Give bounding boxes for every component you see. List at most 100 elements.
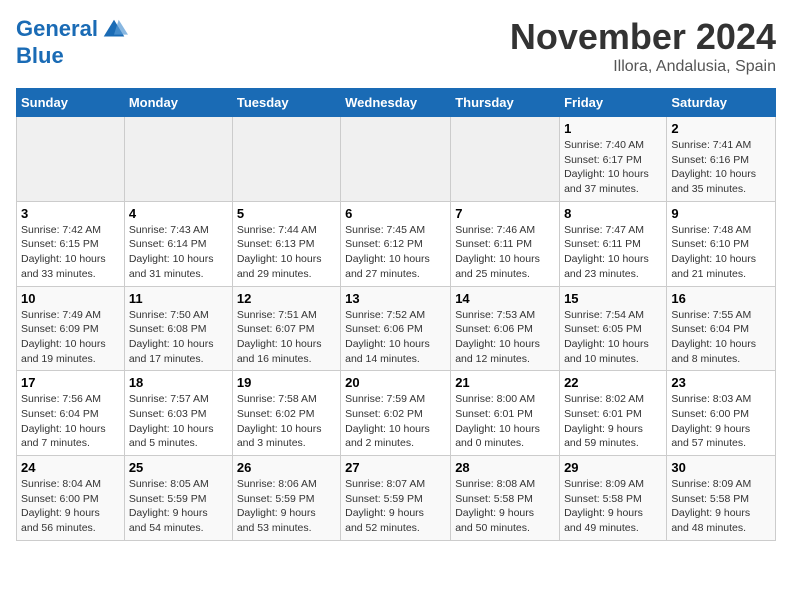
calendar-cell-w0d6: 2 Sunrise: 7:41 AM Sunset: 6:16 PM Daylig… (667, 117, 776, 202)
day-info: Sunrise: 7:56 AM Sunset: 6:04 PM Dayligh… (21, 392, 120, 451)
day-info: Sunrise: 7:45 AM Sunset: 6:12 PM Dayligh… (345, 223, 446, 282)
day-info: Sunrise: 7:40 AM Sunset: 6:17 PM Dayligh… (564, 138, 662, 197)
day-number: 10 (21, 291, 120, 306)
calendar-cell-w2d6: 16 Sunrise: 7:55 AM Sunset: 6:04 PM Dayli… (667, 286, 776, 371)
logo: General Blue (16, 16, 128, 68)
month-title: November 2024 (510, 16, 776, 58)
day-number: 5 (237, 206, 336, 221)
calendar-cell-w1d2: 5 Sunrise: 7:44 AM Sunset: 6:13 PM Daylig… (232, 201, 340, 286)
page-header: General Blue November 2024 Illora, Andal… (16, 16, 776, 76)
calendar-cell-w4d2: 26 Sunrise: 8:06 AM Sunset: 5:59 PM Dayli… (232, 456, 340, 541)
title-block: November 2024 Illora, Andalusia, Spain (510, 16, 776, 76)
col-header-tuesday: Tuesday (232, 89, 340, 117)
location-title: Illora, Andalusia, Spain (510, 58, 776, 76)
calendar-cell-w4d5: 29 Sunrise: 8:09 AM Sunset: 5:58 PM Dayli… (560, 456, 667, 541)
col-header-friday: Friday (560, 89, 667, 117)
day-info: Sunrise: 7:41 AM Sunset: 6:16 PM Dayligh… (671, 138, 771, 197)
calendar-cell-w0d2 (232, 117, 340, 202)
calendar-cell-w2d0: 10 Sunrise: 7:49 AM Sunset: 6:09 PM Dayli… (17, 286, 125, 371)
calendar-cell-w4d4: 28Sunrise: 8:08 AM Sunset: 5:58 PM Dayli… (451, 456, 560, 541)
calendar-cell-w0d0 (17, 117, 125, 202)
day-number: 21 (455, 375, 555, 390)
day-number: 26 (237, 460, 336, 475)
day-info: Sunrise: 8:08 AM Sunset: 5:58 PM Dayligh… (455, 477, 555, 536)
calendar-cell-w3d3: 20 Sunrise: 7:59 AM Sunset: 6:02 PM Dayli… (341, 371, 451, 456)
day-info: Sunrise: 8:06 AM Sunset: 5:59 PM Dayligh… (237, 477, 336, 536)
day-number: 20 (345, 375, 446, 390)
day-number: 11 (129, 291, 228, 306)
day-number: 16 (671, 291, 771, 306)
calendar-cell-w2d1: 11Sunrise: 7:50 AM Sunset: 6:08 PM Dayli… (124, 286, 232, 371)
calendar-cell-w3d6: 23 Sunrise: 8:03 AM Sunset: 6:00 PM Dayli… (667, 371, 776, 456)
col-header-saturday: Saturday (667, 89, 776, 117)
day-info: Sunrise: 7:52 AM Sunset: 6:06 PM Dayligh… (345, 308, 446, 367)
calendar-cell-w1d1: 4 Sunrise: 7:43 AM Sunset: 6:14 PM Daylig… (124, 201, 232, 286)
day-info: Sunrise: 8:09 AM Sunset: 5:58 PM Dayligh… (564, 477, 662, 536)
day-info: Sunrise: 8:05 AM Sunset: 5:59 PM Dayligh… (129, 477, 228, 536)
calendar-cell-w1d3: 6Sunrise: 7:45 AM Sunset: 6:12 PM Daylig… (341, 201, 451, 286)
day-info: Sunrise: 7:43 AM Sunset: 6:14 PM Dayligh… (129, 223, 228, 282)
col-header-sunday: Sunday (17, 89, 125, 117)
day-info: Sunrise: 7:42 AM Sunset: 6:15 PM Dayligh… (21, 223, 120, 282)
day-info: Sunrise: 7:54 AM Sunset: 6:05 PM Dayligh… (564, 308, 662, 367)
calendar-cell-w0d3 (341, 117, 451, 202)
calendar-cell-w2d5: 15Sunrise: 7:54 AM Sunset: 6:05 PM Dayli… (560, 286, 667, 371)
calendar-cell-w4d3: 27Sunrise: 8:07 AM Sunset: 5:59 PM Dayli… (341, 456, 451, 541)
day-number: 18 (129, 375, 228, 390)
day-number: 24 (21, 460, 120, 475)
day-info: Sunrise: 8:03 AM Sunset: 6:00 PM Dayligh… (671, 392, 771, 451)
calendar-cell-w0d1 (124, 117, 232, 202)
day-number: 4 (129, 206, 228, 221)
day-number: 9 (671, 206, 771, 221)
calendar-cell-w3d0: 17 Sunrise: 7:56 AM Sunset: 6:04 PM Dayli… (17, 371, 125, 456)
col-header-thursday: Thursday (451, 89, 560, 117)
day-number: 25 (129, 460, 228, 475)
day-info: Sunrise: 7:44 AM Sunset: 6:13 PM Dayligh… (237, 223, 336, 282)
day-number: 8 (564, 206, 662, 221)
day-number: 17 (21, 375, 120, 390)
day-info: Sunrise: 7:49 AM Sunset: 6:09 PM Dayligh… (21, 308, 120, 367)
day-info: Sunrise: 7:48 AM Sunset: 6:10 PM Dayligh… (671, 223, 771, 282)
calendar-cell-w2d3: 13 Sunrise: 7:52 AM Sunset: 6:06 PM Dayli… (341, 286, 451, 371)
day-info: Sunrise: 8:02 AM Sunset: 6:01 PM Dayligh… (564, 392, 662, 451)
day-info: Sunrise: 7:47 AM Sunset: 6:11 PM Dayligh… (564, 223, 662, 282)
day-number: 23 (671, 375, 771, 390)
day-number: 12 (237, 291, 336, 306)
calendar-cell-w3d5: 22 Sunrise: 8:02 AM Sunset: 6:01 PM Dayli… (560, 371, 667, 456)
calendar-cell-w0d5: 1 Sunrise: 7:40 AM Sunset: 6:17 PM Daylig… (560, 117, 667, 202)
day-info: Sunrise: 8:09 AM Sunset: 5:58 PM Dayligh… (671, 477, 771, 536)
day-number: 2 (671, 121, 771, 136)
day-number: 14 (455, 291, 555, 306)
calendar-cell-w1d6: 9 Sunrise: 7:48 AM Sunset: 6:10 PM Daylig… (667, 201, 776, 286)
day-info: Sunrise: 8:04 AM Sunset: 6:00 PM Dayligh… (21, 477, 120, 536)
day-number: 19 (237, 375, 336, 390)
day-info: Sunrise: 7:46 AM Sunset: 6:11 PM Dayligh… (455, 223, 555, 282)
day-number: 30 (671, 460, 771, 475)
calendar-cell-w2d4: 14 Sunrise: 7:53 AM Sunset: 6:06 PM Dayli… (451, 286, 560, 371)
day-info: Sunrise: 7:53 AM Sunset: 6:06 PM Dayligh… (455, 308, 555, 367)
day-number: 22 (564, 375, 662, 390)
day-info: Sunrise: 7:59 AM Sunset: 6:02 PM Dayligh… (345, 392, 446, 451)
calendar-cell-w4d6: 30 Sunrise: 8:09 AM Sunset: 5:58 PM Dayli… (667, 456, 776, 541)
calendar-cell-w2d2: 12 Sunrise: 7:51 AM Sunset: 6:07 PM Dayli… (232, 286, 340, 371)
day-number: 1 (564, 121, 662, 136)
day-number: 29 (564, 460, 662, 475)
calendar-cell-w1d4: 7 Sunrise: 7:46 AM Sunset: 6:11 PM Daylig… (451, 201, 560, 286)
day-number: 13 (345, 291, 446, 306)
day-info: Sunrise: 8:00 AM Sunset: 6:01 PM Dayligh… (455, 392, 555, 451)
day-number: 7 (455, 206, 555, 221)
calendar-cell-w4d0: 24 Sunrise: 8:04 AM Sunset: 6:00 PM Dayli… (17, 456, 125, 541)
calendar-cell-w1d5: 8 Sunrise: 7:47 AM Sunset: 6:11 PM Daylig… (560, 201, 667, 286)
day-number: 3 (21, 206, 120, 221)
day-info: Sunrise: 7:55 AM Sunset: 6:04 PM Dayligh… (671, 308, 771, 367)
calendar-cell-w3d1: 18Sunrise: 7:57 AM Sunset: 6:03 PM Dayli… (124, 371, 232, 456)
calendar-cell-w3d2: 19 Sunrise: 7:58 AM Sunset: 6:02 PM Dayli… (232, 371, 340, 456)
calendar-cell-w3d4: 21 Sunrise: 8:00 AM Sunset: 6:01 PM Dayli… (451, 371, 560, 456)
day-info: Sunrise: 7:51 AM Sunset: 6:07 PM Dayligh… (237, 308, 336, 367)
col-header-wednesday: Wednesday (341, 89, 451, 117)
logo-text: General (16, 16, 128, 44)
calendar-table: SundayMondayTuesdayWednesdayThursdayFrid… (16, 88, 776, 541)
day-info: Sunrise: 8:07 AM Sunset: 5:59 PM Dayligh… (345, 477, 446, 536)
day-info: Sunrise: 7:58 AM Sunset: 6:02 PM Dayligh… (237, 392, 336, 451)
calendar-cell-w4d1: 25 Sunrise: 8:05 AM Sunset: 5:59 PM Dayli… (124, 456, 232, 541)
